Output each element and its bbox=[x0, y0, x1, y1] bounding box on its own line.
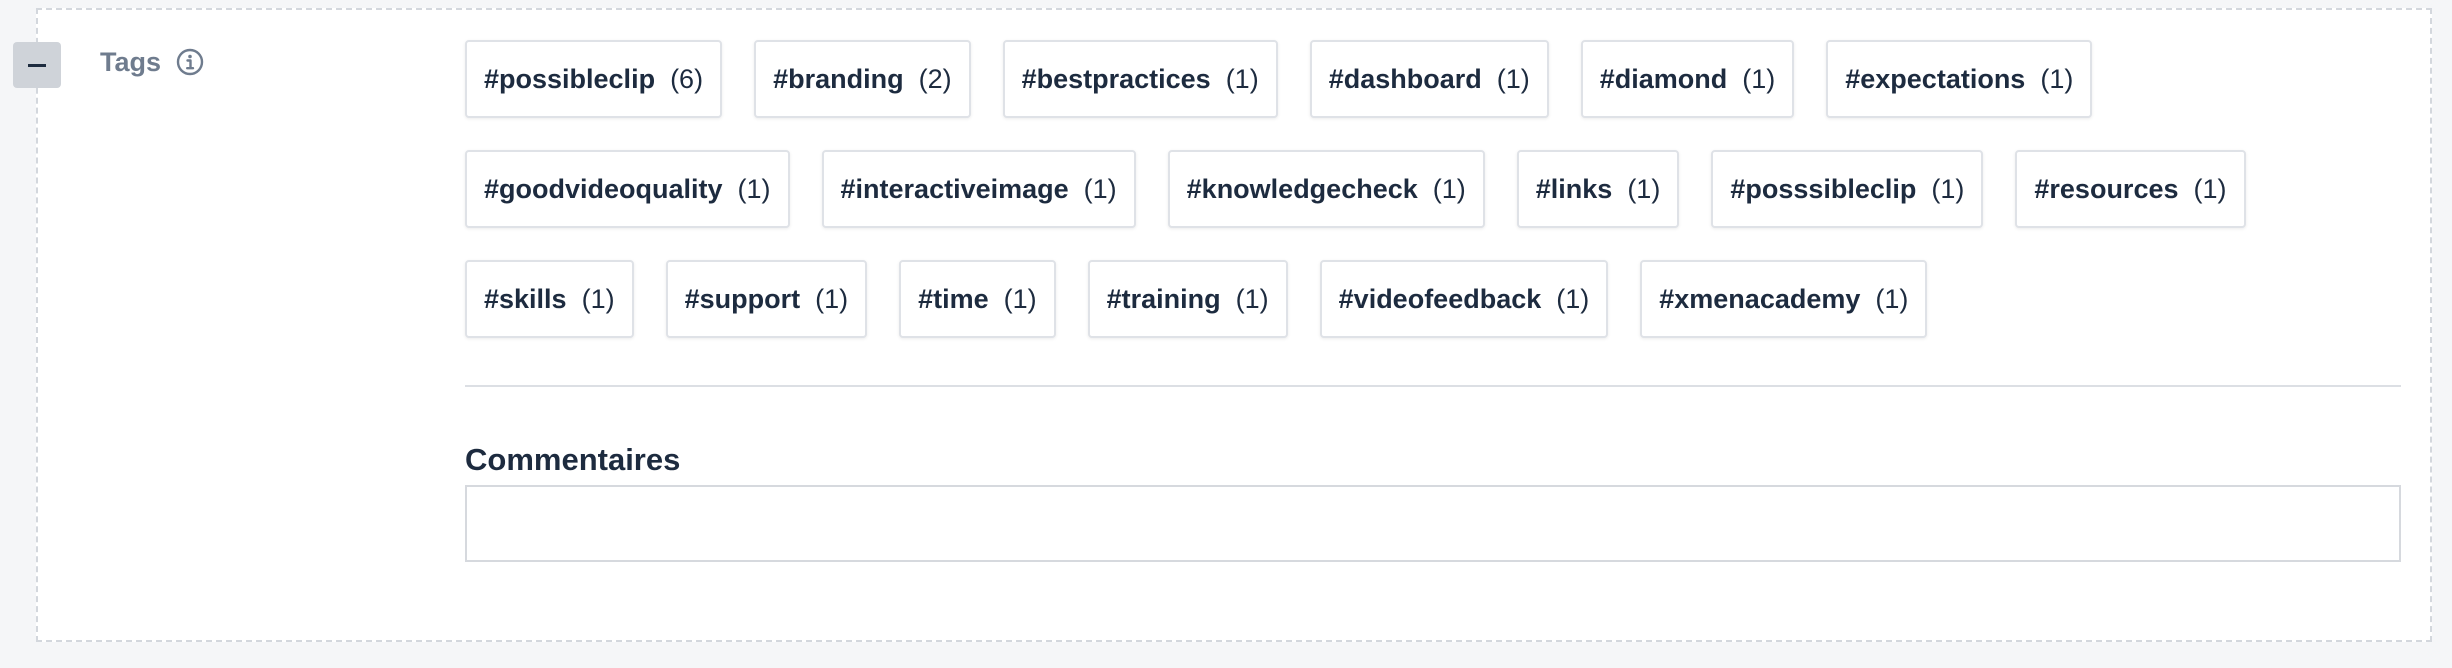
tag-chip[interactable]: #support (1) bbox=[665, 260, 868, 338]
tag-count: (1) bbox=[1931, 173, 1965, 204]
tag-name: #links bbox=[1535, 173, 1613, 204]
tag-count: (1) bbox=[737, 173, 771, 204]
tag-chip[interactable]: #posssibleclip (1) bbox=[1711, 150, 1984, 228]
tag-count: (1) bbox=[1496, 63, 1530, 94]
tag-count: (1) bbox=[1556, 283, 1590, 314]
tag-chip[interactable]: #time (1) bbox=[899, 260, 1056, 338]
tag-count: (1) bbox=[815, 283, 849, 314]
collapse-button[interactable] bbox=[13, 42, 61, 88]
tag-chip[interactable]: #knowledgecheck (1) bbox=[1167, 150, 1485, 228]
tag-name: #diamond bbox=[1599, 63, 1728, 94]
tag-chip[interactable]: #skills (1) bbox=[465, 260, 634, 338]
tag-name: #expectations bbox=[1845, 63, 2026, 94]
tag-name: #videofeedback bbox=[1338, 283, 1542, 314]
tag-chip[interactable]: #interactiveimage (1) bbox=[821, 150, 1136, 228]
tag-chip[interactable]: #training (1) bbox=[1087, 260, 1288, 338]
tag-chip[interactable]: #resources (1) bbox=[2015, 150, 2246, 228]
tag-count: (1) bbox=[2040, 63, 2074, 94]
tag-chip[interactable]: #xmenacademy (1) bbox=[1640, 260, 1928, 338]
tag-count: (1) bbox=[1083, 173, 1117, 204]
tag-name: #skills bbox=[484, 283, 567, 314]
tag-chip[interactable]: #goodvideoquality (1) bbox=[465, 150, 790, 228]
tag-name: #knowledgecheck bbox=[1186, 173, 1418, 204]
tag-name: #training bbox=[1106, 283, 1221, 314]
tag-count: (1) bbox=[1742, 63, 1776, 94]
section-divider bbox=[465, 385, 2401, 387]
tag-name: #time bbox=[918, 283, 989, 314]
tag-name: #resources bbox=[2034, 173, 2179, 204]
tag-chip[interactable]: #branding (2) bbox=[754, 40, 971, 118]
info-icon[interactable] bbox=[175, 47, 205, 77]
tag-chip[interactable]: #bestpractices (1) bbox=[1002, 40, 1278, 118]
tag-name: #goodvideoquality bbox=[484, 173, 723, 204]
tag-chip[interactable]: #diamond (1) bbox=[1580, 40, 1795, 118]
tag-count: (1) bbox=[1875, 283, 1909, 314]
tag-name: #interactiveimage bbox=[840, 173, 1069, 204]
tag-name: #possibleclip bbox=[484, 63, 656, 94]
comments-field[interactable] bbox=[465, 485, 2401, 562]
tag-count: (1) bbox=[2193, 173, 2227, 204]
tag-name: #branding bbox=[773, 63, 904, 94]
tag-chip[interactable]: #dashboard (1) bbox=[1309, 40, 1549, 118]
tag-count: (1) bbox=[1235, 283, 1269, 314]
tag-count: (1) bbox=[1225, 63, 1259, 94]
tag-name: #xmenacademy bbox=[1659, 283, 1861, 314]
comments-label: Commentaires bbox=[465, 442, 681, 477]
tags-list: #possibleclip (6) #branding (2) #bestpract… bbox=[465, 40, 2405, 338]
tag-count: (1) bbox=[581, 283, 615, 314]
tag-name: #posssibleclip bbox=[1730, 173, 1917, 204]
tag-chip[interactable]: #videofeedback (1) bbox=[1319, 260, 1609, 338]
tag-chip[interactable]: #possibleclip (6) bbox=[465, 40, 723, 118]
tag-count: (2) bbox=[918, 63, 952, 94]
tag-chip[interactable]: #expectations (1) bbox=[1826, 40, 2093, 118]
tag-name: #bestpractices bbox=[1021, 63, 1211, 94]
tag-name: #support bbox=[684, 283, 801, 314]
tag-name: #dashboard bbox=[1328, 63, 1482, 94]
tag-chip[interactable]: #links (1) bbox=[1516, 150, 1680, 228]
tag-count: (1) bbox=[1627, 173, 1661, 204]
tag-count: (1) bbox=[1003, 283, 1037, 314]
tag-count: (6) bbox=[670, 63, 704, 94]
tag-count: (1) bbox=[1432, 173, 1466, 204]
tags-label: Tags bbox=[100, 47, 162, 77]
